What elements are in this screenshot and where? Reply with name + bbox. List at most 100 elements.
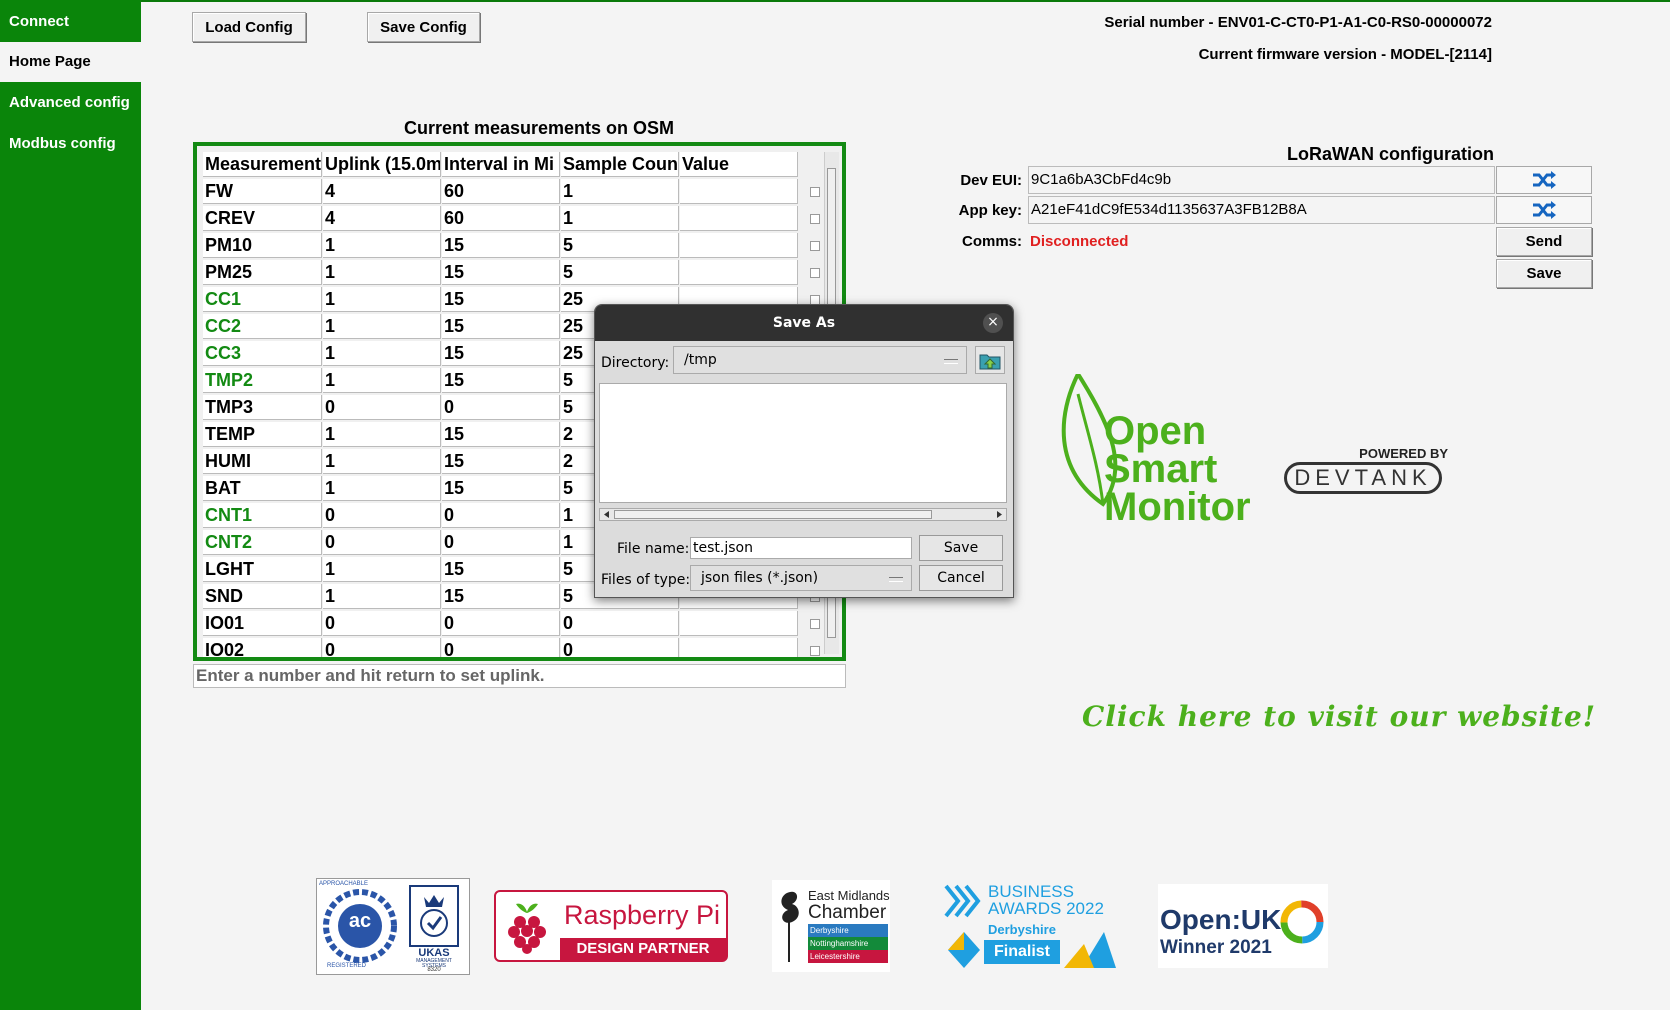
- table-cell[interactable]: 0: [323, 638, 441, 657]
- table-cell[interactable]: 0: [323, 611, 441, 636]
- file-list[interactable]: [599, 383, 1007, 503]
- row-checkbox[interactable]: [810, 214, 820, 224]
- row-checkbox[interactable]: [810, 187, 820, 197]
- table-cell[interactable]: 1: [323, 557, 441, 582]
- file-list-scroll-thumb[interactable]: [614, 510, 932, 519]
- table-cell[interactable]: 1: [323, 422, 441, 447]
- table-cell[interactable]: 0: [442, 395, 560, 420]
- table-cell[interactable]: 4: [323, 179, 441, 204]
- table-cell[interactable]: 0: [323, 530, 441, 555]
- measurement-name-cell: PM25: [203, 260, 322, 285]
- table-cell[interactable]: 15: [442, 449, 560, 474]
- ac-mark: ac: [348, 910, 372, 932]
- table-cell[interactable]: 1: [561, 206, 679, 231]
- osm-line-1: Open: [1104, 409, 1207, 453]
- value-cell[interactable]: [680, 611, 798, 636]
- table-cell[interactable]: 15: [442, 557, 560, 582]
- table-cell[interactable]: 15: [442, 287, 560, 312]
- comms-label: Comms:: [961, 233, 1022, 250]
- directory-select[interactable]: /tmp: [673, 346, 967, 374]
- osm-line-3: Monitor: [1104, 485, 1251, 529]
- table-cell[interactable]: 1: [323, 233, 441, 258]
- table-cell[interactable]: 15: [442, 422, 560, 447]
- dev-eui-field[interactable]: 9C1a6bA3CbFd4c9b: [1028, 166, 1495, 194]
- table-cell[interactable]: 5: [561, 260, 679, 285]
- table-cell[interactable]: 1: [323, 368, 441, 393]
- lorawan-send-button[interactable]: Send: [1496, 227, 1592, 256]
- row-checkbox[interactable]: [810, 646, 820, 656]
- table-cell[interactable]: 15: [442, 584, 560, 609]
- close-icon[interactable]: ×: [983, 313, 1003, 333]
- dialog-cancel-button[interactable]: Cancel: [919, 565, 1003, 591]
- raspberry-icon: [508, 903, 546, 954]
- table-cell[interactable]: 0: [442, 530, 560, 555]
- table-cell[interactable]: 15: [442, 341, 560, 366]
- scroll-right-icon: [997, 511, 1002, 518]
- table-cell[interactable]: 0: [442, 638, 560, 657]
- table-cell[interactable]: 1: [323, 260, 441, 285]
- sidebar-item-modbus-config[interactable]: Modbus config: [0, 124, 141, 164]
- sidebar-item-home-page[interactable]: Home Page: [0, 42, 141, 82]
- table-cell[interactable]: 15: [442, 314, 560, 339]
- table-cell[interactable]: 1: [323, 584, 441, 609]
- sidebar-item-connect[interactable]: Connect: [0, 2, 141, 42]
- visit-website-link[interactable]: Click here to visit our website!: [1082, 700, 1596, 733]
- measurement-name-cell: BAT: [203, 476, 322, 501]
- filetype-label: Files of type:: [601, 572, 691, 588]
- file-list-scrollbar[interactable]: [599, 508, 1007, 521]
- table-cell[interactable]: 5: [561, 233, 679, 258]
- row-checkbox[interactable]: [810, 619, 820, 629]
- table-cell[interactable]: 15: [442, 476, 560, 501]
- table-cell[interactable]: 0: [323, 395, 441, 420]
- ba-region: Derbyshire: [988, 922, 1056, 937]
- uplink-hint-input[interactable]: Enter a number and hit return to set upl…: [193, 664, 846, 688]
- value-cell[interactable]: [680, 638, 798, 657]
- table-cell[interactable]: 60: [442, 179, 560, 204]
- sidebar-item-advanced-config[interactable]: Advanced config: [0, 83, 141, 123]
- value-cell[interactable]: [680, 179, 798, 204]
- table-cell[interactable]: 1: [323, 341, 441, 366]
- save-config-button[interactable]: Save Config: [367, 12, 480, 42]
- value-cell[interactable]: [680, 233, 798, 258]
- dev-eui-shuffle-button[interactable]: [1496, 166, 1592, 194]
- measurement-name-cell: CNT1: [203, 503, 322, 528]
- value-cell[interactable]: [680, 206, 798, 231]
- app-key-shuffle-button[interactable]: [1496, 196, 1592, 224]
- row-checkbox[interactable]: [810, 268, 820, 278]
- filename-label: File name:: [617, 541, 690, 557]
- table-cell[interactable]: 0: [442, 503, 560, 528]
- table-cell[interactable]: 0: [323, 503, 441, 528]
- table-cell[interactable]: 1: [323, 449, 441, 474]
- open-smart-monitor-logo[interactable]: Open Smart Monitor: [1058, 372, 1298, 542]
- value-cell[interactable]: [680, 260, 798, 285]
- folder-up-button[interactable]: [975, 346, 1005, 374]
- table-cell[interactable]: 1: [323, 314, 441, 339]
- scroll-left-icon: [604, 511, 609, 518]
- table-cell[interactable]: 1: [323, 287, 441, 312]
- app-key-field[interactable]: A21eF41dC9fE534d1135637A3FB12B8A: [1028, 196, 1495, 224]
- measurement-name-cell: IO02: [203, 638, 322, 657]
- table-cell[interactable]: 0: [442, 611, 560, 636]
- filename-input[interactable]: test.json: [690, 537, 912, 559]
- devtank-wordmark: DEVTANK: [1284, 462, 1442, 494]
- powered-by-text: POWERED BY: [1359, 446, 1448, 461]
- lorawan-save-button[interactable]: Save: [1496, 259, 1592, 288]
- table-cell[interactable]: 0: [561, 611, 679, 636]
- table-cell[interactable]: 15: [442, 260, 560, 285]
- table-cell[interactable]: 0: [561, 638, 679, 657]
- dev-eui-label: Dev EUI:: [960, 172, 1022, 189]
- table-cell[interactable]: 1: [561, 179, 679, 204]
- load-config-button[interactable]: Load Config: [192, 12, 306, 42]
- chevrons-icon: [944, 884, 981, 918]
- table-cell[interactable]: 15: [442, 233, 560, 258]
- table-cell[interactable]: 15: [442, 368, 560, 393]
- dialog-save-button[interactable]: Save: [919, 535, 1003, 561]
- row-checkbox[interactable]: [810, 241, 820, 251]
- devtank-logo[interactable]: POWERED BY DEVTANK: [1284, 446, 1448, 502]
- comms-status: Disconnected: [1030, 233, 1129, 250]
- table-cell[interactable]: 60: [442, 206, 560, 231]
- table-cell[interactable]: 1: [323, 476, 441, 501]
- filetype-select[interactable]: json files (*.json): [690, 565, 912, 591]
- table-cell[interactable]: 4: [323, 206, 441, 231]
- measurement-name-cell: IO01: [203, 611, 322, 636]
